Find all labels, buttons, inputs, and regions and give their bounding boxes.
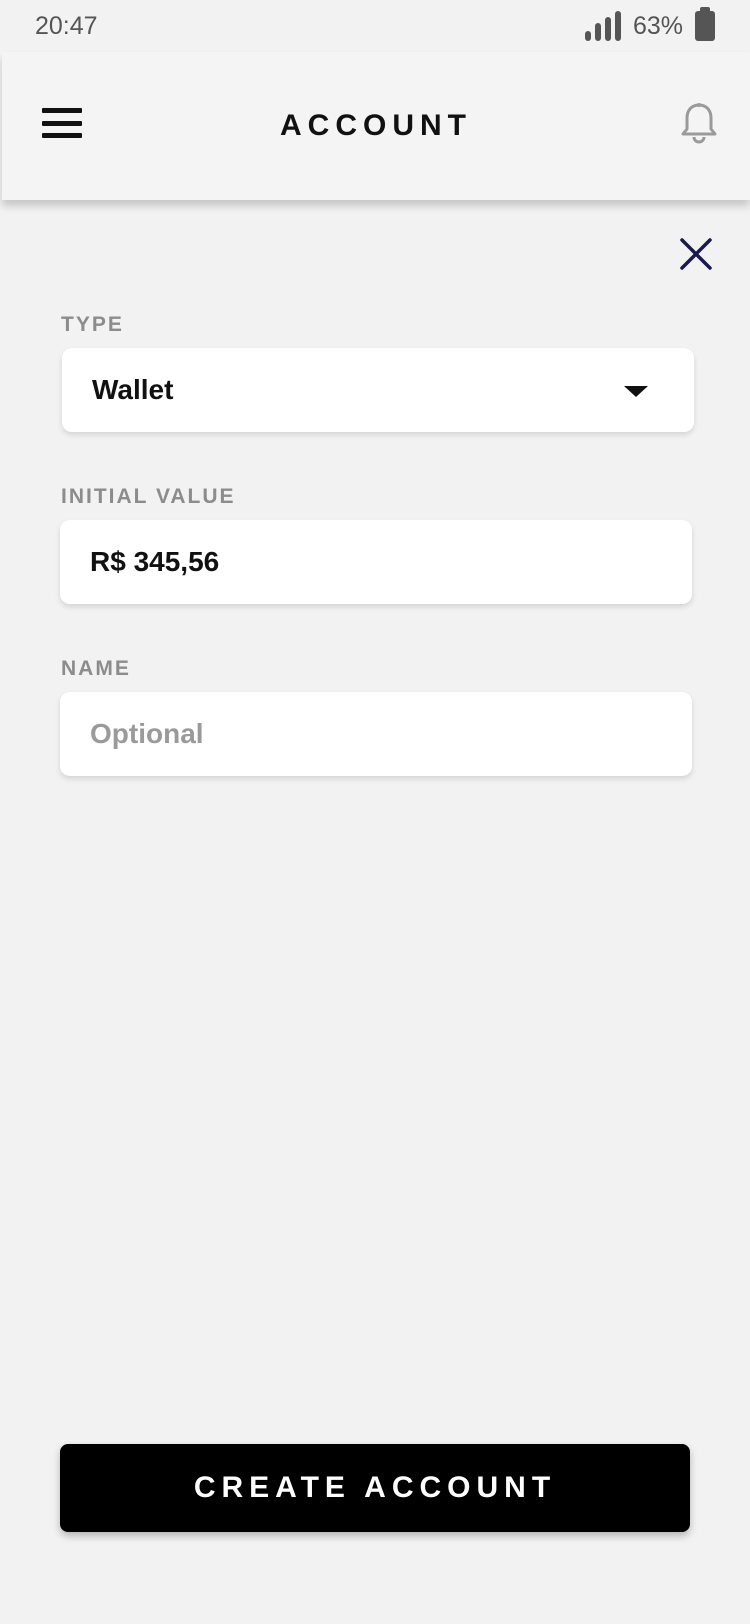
close-icon[interactable] <box>678 236 714 272</box>
type-selected-value: Wallet <box>92 374 174 405</box>
page-title: ACCOUNT <box>280 109 472 142</box>
type-select[interactable]: Wallet <box>62 348 694 432</box>
battery-icon <box>695 7 715 41</box>
status-indicators: 63% <box>584 7 715 41</box>
battery-percentage: 63% <box>632 11 683 40</box>
hamburger-menu-icon[interactable] <box>42 108 82 138</box>
name-input[interactable] <box>90 718 662 750</box>
create-account-button[interactable]: CREATE ACCOUNT <box>60 1444 690 1532</box>
type-label: TYPE <box>61 313 124 336</box>
app-header: ACCOUNT <box>2 52 750 200</box>
status-bar: 20:47 63% <box>0 0 750 52</box>
name-field[interactable] <box>60 692 692 776</box>
name-label: NAME <box>61 657 131 680</box>
dropdown-arrow-icon <box>624 386 648 397</box>
initial-value-text: R$ 345,56 <box>90 546 220 577</box>
bell-icon[interactable] <box>680 102 718 144</box>
status-time: 20:47 <box>35 11 98 40</box>
signal-icon <box>584 11 621 41</box>
initial-value-label: INITIAL VALUE <box>61 485 236 508</box>
account-screen: 20:47 63% ACCOUNT TYPE Wallet INITIAL VA… <box>0 0 750 1624</box>
initial-value-field[interactable]: R$ 345,56 <box>60 520 692 604</box>
